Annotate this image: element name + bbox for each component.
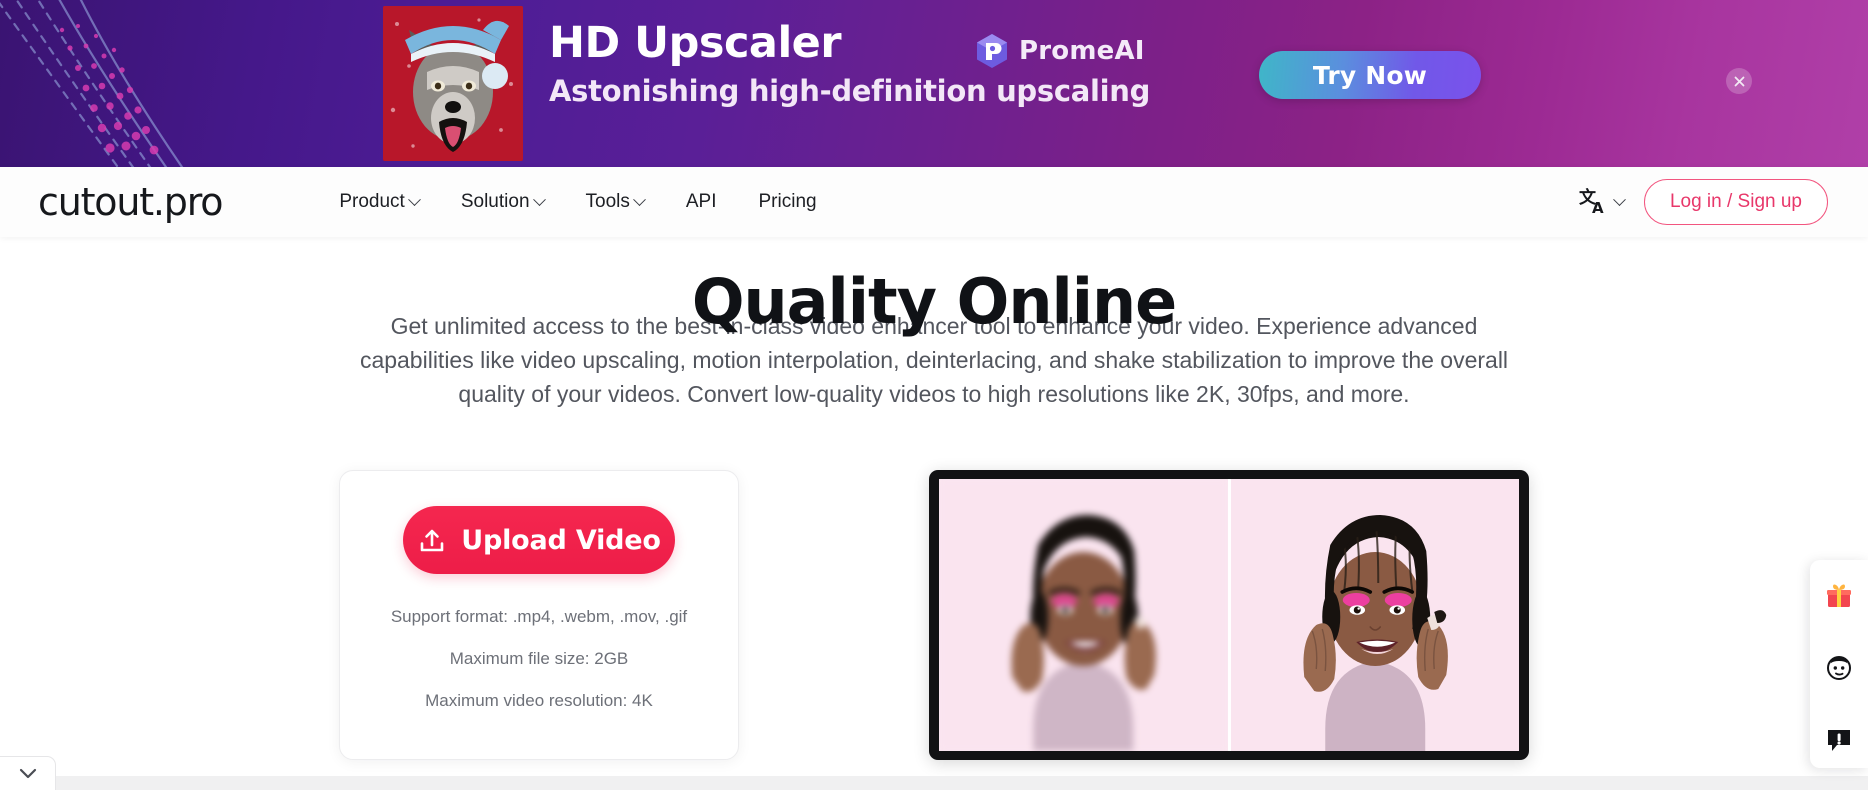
video-pane-after [1230,479,1519,751]
promeai-logo[interactable]: PromeAI [975,33,1145,69]
translate-icon: 文 A [1579,188,1604,216]
hero-section: Quality Online Get unlimited access to t… [0,265,1868,770]
close-icon [1734,76,1744,86]
navbar-right-group: 文 A Log in / Sign up [1577,179,1828,225]
upload-note-format: Support format: .mp4, .webm, .mov, .gif [390,607,688,626]
video-preview-frame[interactable] [929,470,1529,760]
nav-item-api[interactable]: API [665,185,738,219]
chevron-down-icon [1613,192,1626,206]
gift-icon[interactable] [1825,582,1853,610]
svg-text:A: A [1592,199,1604,216]
nav-item-product[interactable]: Product [339,185,439,219]
nav-item-solution[interactable]: Solution [440,185,565,219]
nav-item-label: Pricing [758,191,817,212]
banner-wolf-image [383,6,523,161]
login-signup-button[interactable]: Log in / Sign up [1643,179,1828,225]
collapse-panel-tab[interactable] [0,756,56,790]
floating-side-widget [1810,560,1868,768]
nav-item-label: Tools [585,191,630,212]
main-navbar: cutout.pro Product Solution Tools API Pr… [0,167,1868,237]
close-banner-button[interactable] [1726,68,1752,94]
bottom-strip [0,776,1868,790]
chevron-down-icon [407,192,421,206]
nav-item-tools[interactable]: Tools [565,185,665,219]
banner-subtitle: Astonishing high-definition upscaling [549,74,1151,108]
language-switcher[interactable]: 文 A [1577,184,1626,220]
upload-note-resolution: Maximum video resolution: 4K [425,691,653,710]
nav-item-pricing[interactable]: Pricing [738,185,838,219]
promeai-brand-name: PromeAI [1019,36,1145,66]
promeai-mark-icon [977,34,1007,68]
content-row: Upload Video Support format: .mp4, .webm… [0,470,1868,770]
nav-item-label: Solution [460,191,530,212]
chevron-down-icon [532,192,546,206]
banner-decoration [0,0,184,167]
page-title: Quality Online [691,265,1177,338]
nav-item-label: Product [339,191,405,212]
upload-note-filesize: Maximum file size: 2GB [449,649,629,668]
nav-links: Product Solution Tools API Pricing [339,185,837,219]
promo-banner[interactable]: HD Upscaler Astonishing high-definition … [0,0,1868,167]
upload-button-label: Upload Video [461,524,661,556]
support-face-icon[interactable] [1825,654,1853,682]
video-pane-before [939,479,1228,751]
chevron-down-icon [19,768,36,779]
upload-card[interactable]: Upload Video Support format: .mp4, .webm… [339,470,739,760]
video-comparison [939,479,1519,751]
try-now-button[interactable]: Try Now [1259,51,1481,99]
feedback-icon[interactable] [1825,726,1853,754]
upload-icon [420,529,444,552]
nav-item-label: API [685,191,717,212]
site-logo[interactable]: cutout.pro [38,182,224,222]
upload-video-button[interactable]: Upload Video [403,506,675,574]
chevron-down-icon [633,192,646,206]
